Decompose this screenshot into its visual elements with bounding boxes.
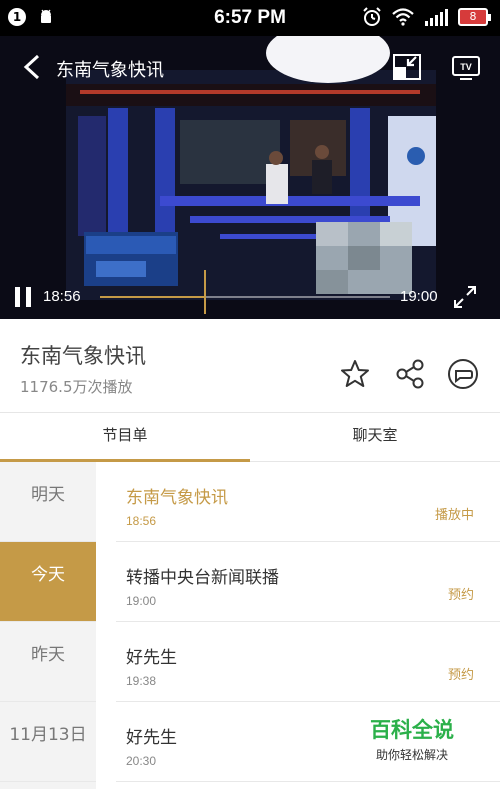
program-row[interactable]: 好先生 19:38 预约: [96, 622, 500, 702]
day-today[interactable]: 今天: [0, 542, 96, 622]
player-bottom-controls: 18:56 19:00: [0, 270, 500, 316]
progress-bar[interactable]: [100, 270, 390, 314]
fullscreen-icon[interactable]: [452, 284, 478, 310]
program-name: 东南气象快讯: [126, 488, 228, 508]
program-time: 18:56: [126, 514, 157, 528]
pause-icon[interactable]: [12, 285, 34, 309]
reserve-button[interactable]: 预约: [448, 664, 474, 683]
current-time: 18:56: [43, 288, 81, 305]
program-time: 19:00: [126, 594, 157, 608]
chat-bubble-icon[interactable]: [446, 357, 480, 391]
play-count: 1176.5万次播放: [20, 378, 133, 396]
tab-bar: 节目单 聊天室: [0, 412, 500, 462]
program-time: 19:38: [126, 674, 157, 688]
share-icon[interactable]: [393, 357, 427, 391]
program-name: 好先生: [126, 728, 177, 748]
tab-chatroom[interactable]: 聊天室: [250, 413, 500, 461]
program-info: 东南气象快讯 1176.5万次播放: [0, 319, 500, 412]
video-player[interactable]: 东南气象快讯 TV 18:56 19:00: [0, 36, 500, 319]
watermark: 百科全说 助你轻松解决: [362, 714, 462, 763]
pip-icon[interactable]: [392, 53, 422, 81]
program-row[interactable]: 东南气象快讯 18:56 播放中: [96, 462, 500, 542]
watermark-title: 百科全说: [370, 718, 454, 742]
wifi-icon: [392, 8, 414, 26]
row-divider: [116, 781, 500, 782]
reserve-button[interactable]: 预约: [448, 584, 474, 603]
day-nov-13[interactable]: 11月13日: [0, 702, 96, 782]
tab-schedule[interactable]: 节目单: [0, 413, 250, 461]
day-yesterday[interactable]: 昨天: [0, 622, 96, 702]
day-selector: 明天 今天 昨天 11月13日: [0, 462, 96, 789]
day-tomorrow[interactable]: 明天: [0, 462, 96, 542]
program-name: 转播中央台新闻联播: [126, 568, 279, 588]
alarm-icon: [363, 7, 381, 26]
program-time: 20:30: [126, 754, 157, 768]
program-name: 好先生: [126, 648, 177, 668]
program-title: 东南气象快讯: [20, 344, 146, 368]
favorite-star-icon[interactable]: [338, 357, 372, 391]
back-arrow-icon[interactable]: [18, 50, 46, 84]
program-status: 播放中: [434, 508, 474, 523]
battery-icon: 8: [458, 8, 491, 26]
progress-fill: [100, 296, 205, 298]
player-top-controls: 东南气象快讯 TV: [0, 36, 500, 96]
program-row[interactable]: 转播中央台新闻联播 19:00 预约: [96, 542, 500, 622]
signal-icon: [425, 9, 448, 26]
tv-cast-icon[interactable]: TV: [451, 53, 481, 81]
progress-thumb[interactable]: [204, 270, 207, 314]
status-bar: 1 6:57 PM 8: [0, 0, 500, 36]
watermark-subtitle: 助你轻松解决: [375, 748, 448, 762]
video-title: 东南气象快讯: [56, 60, 164, 81]
svg-text:TV: TV: [460, 62, 472, 72]
end-time: 19:00: [400, 288, 438, 305]
